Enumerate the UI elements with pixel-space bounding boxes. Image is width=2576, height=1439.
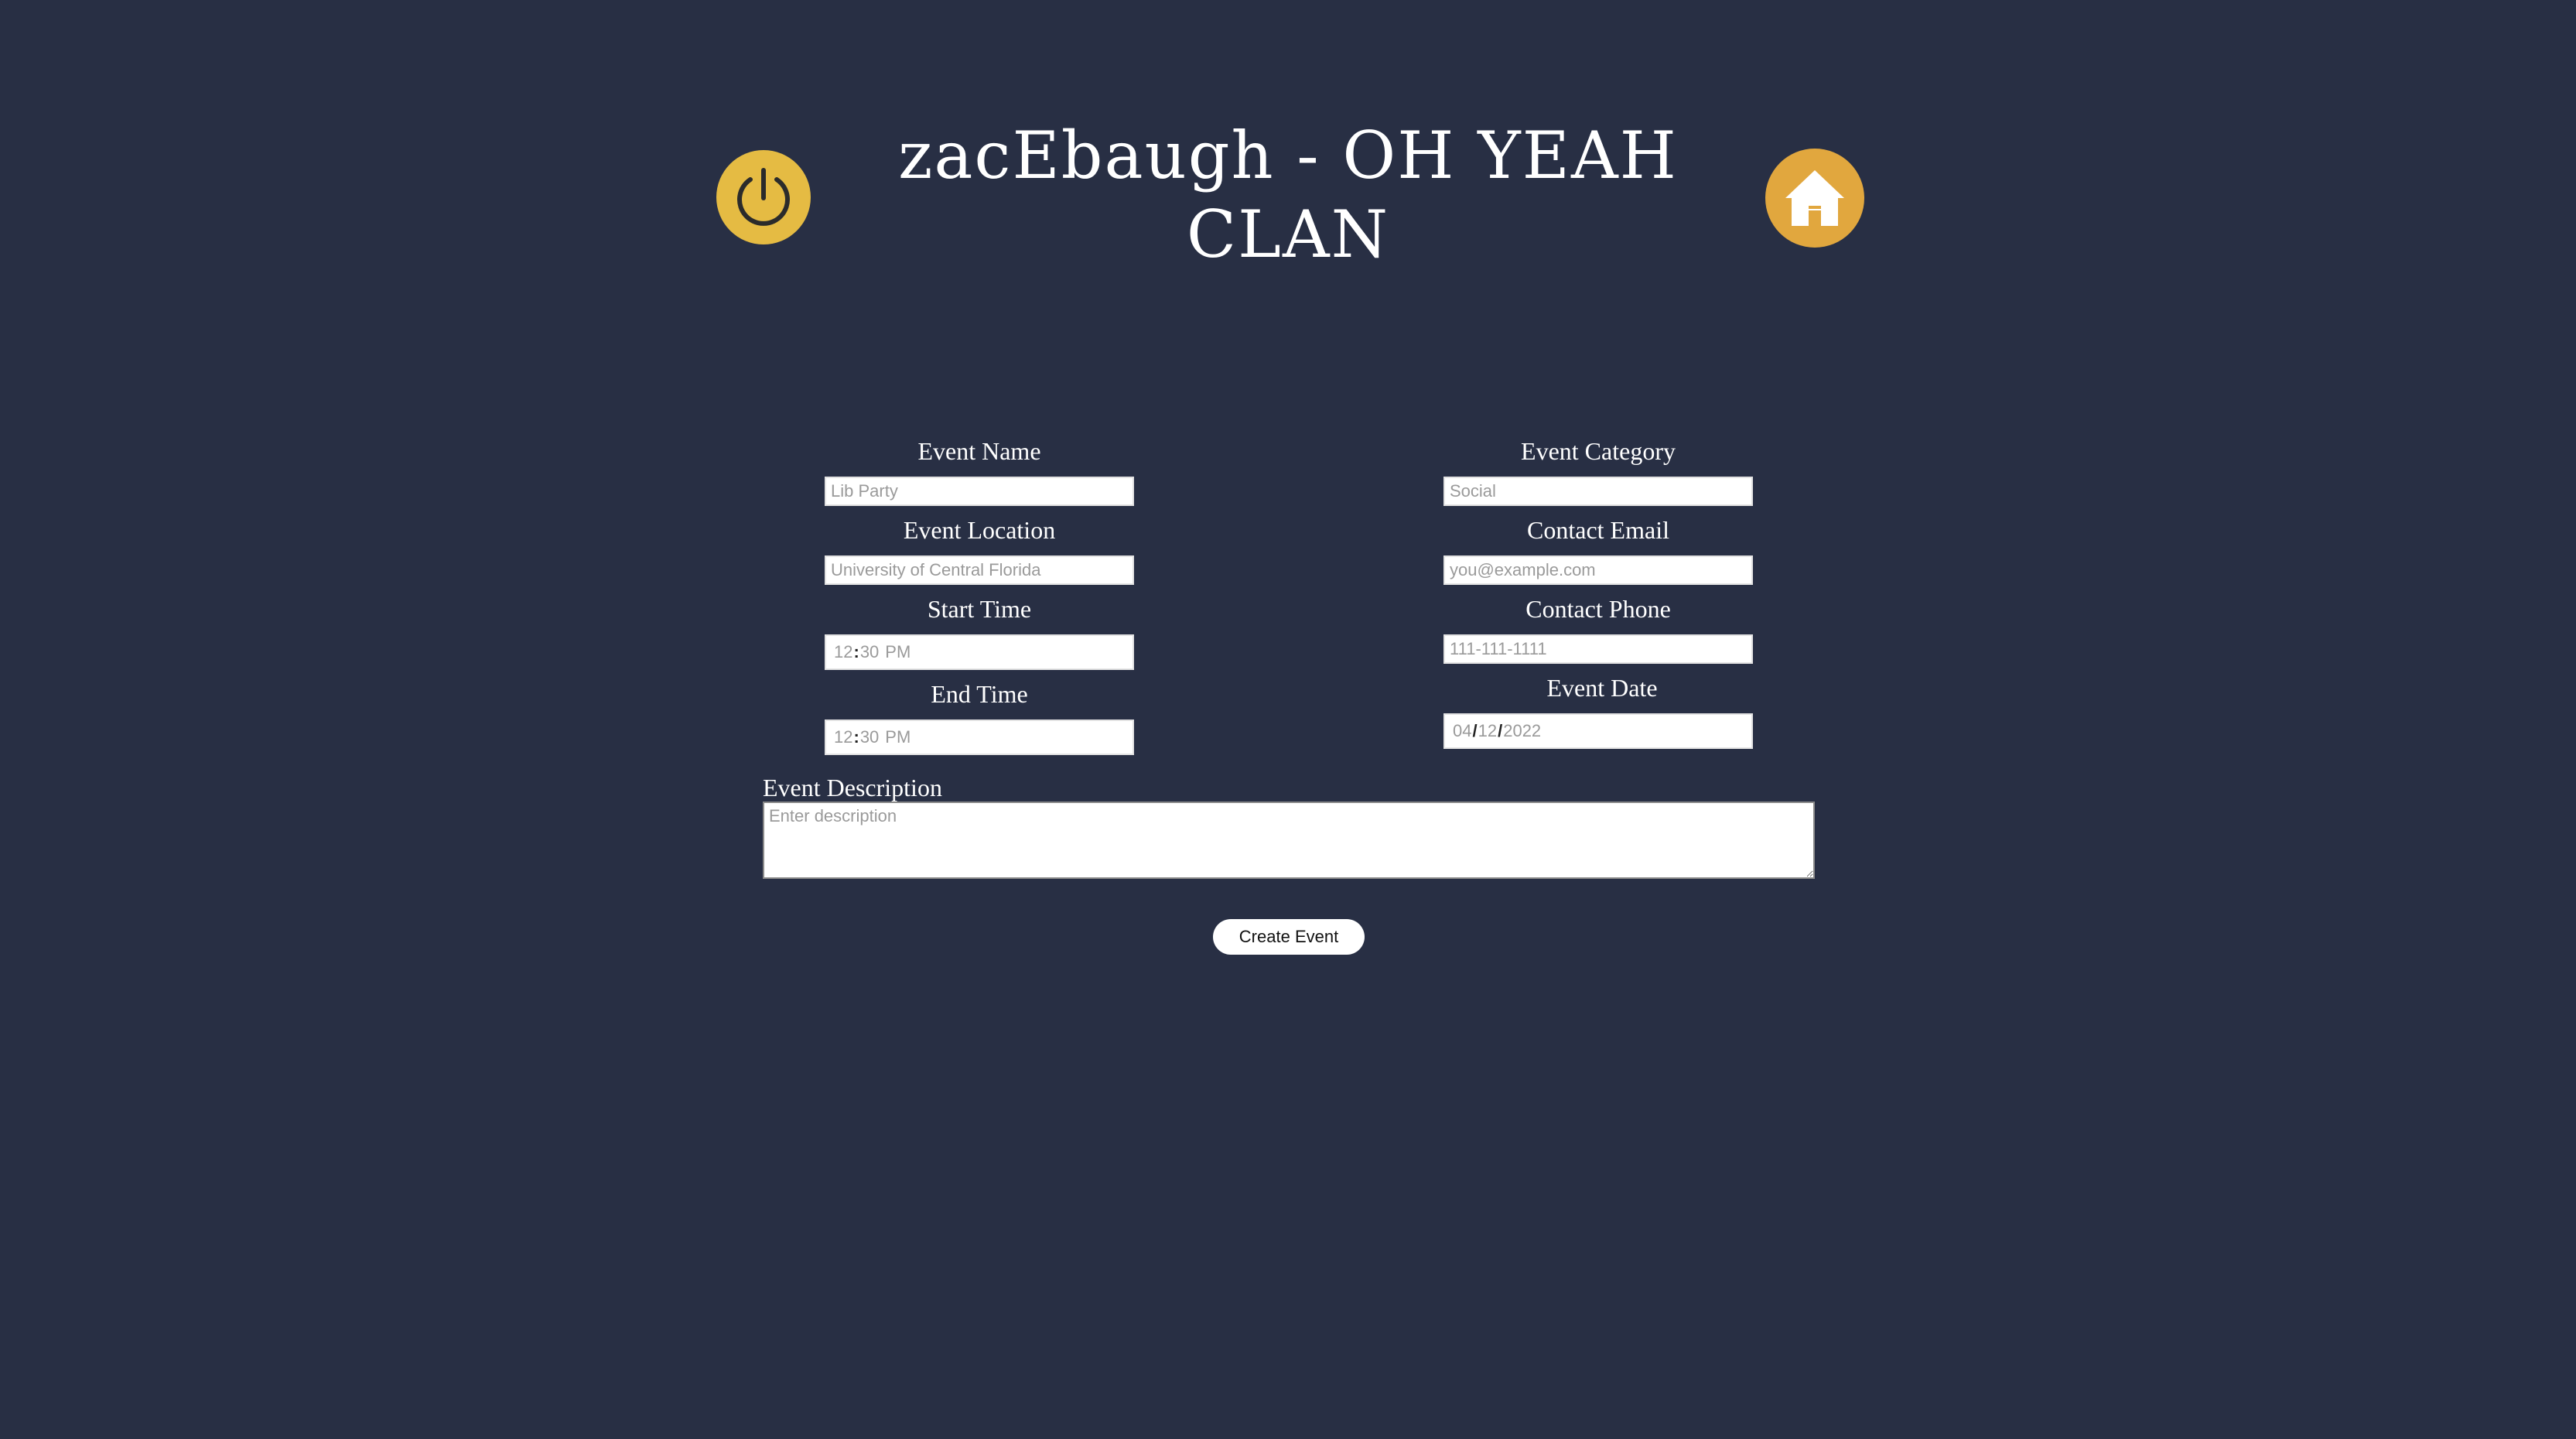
event-date-year[interactable]: 2022 [1503,721,1541,741]
event-category-input[interactable] [1443,477,1753,506]
home-button[interactable] [1765,149,1864,248]
start-time-hour[interactable]: 12 [834,642,852,662]
event-date-day[interactable]: 12 [1478,721,1497,741]
logout-button[interactable] [716,150,811,244]
start-time-period[interactable]: PM [885,642,910,662]
event-description-label: Event Description [763,774,942,802]
start-time-minute[interactable]: 30 [860,642,879,662]
contact-phone-label: Contact Phone [1525,595,1671,623]
contact-email-label: Contact Email [1527,516,1669,544]
end-time-minute[interactable]: 30 [860,727,879,747]
end-time-label: End Time [931,680,1028,708]
event-date-month[interactable]: 04 [1453,721,1471,741]
event-date-input[interactable]: 04/12/2022 [1443,713,1753,749]
contact-email-input[interactable] [1443,555,1753,585]
start-time-label: Start Time [927,595,1032,623]
event-description-textarea[interactable] [763,802,1815,879]
event-date-label: Event Date [1546,674,1658,702]
page-title: zacEbaugh - OH YEAH CLAN [898,118,1678,272]
end-time-period[interactable]: PM [885,727,910,747]
end-time-input[interactable]: 12:30 PM [825,720,1134,755]
end-time-hour[interactable]: 12 [834,727,852,747]
start-time-input[interactable]: 12:30 PM [825,634,1134,670]
event-name-label: Event Name [917,437,1041,465]
home-icon [1785,170,1844,226]
contact-phone-input[interactable] [1443,634,1753,664]
event-location-label: Event Location [903,516,1056,544]
event-category-label: Event Category [1521,437,1676,465]
event-location-input[interactable] [825,555,1134,585]
power-icon [737,168,790,226]
event-name-input[interactable] [825,477,1134,506]
create-event-button[interactable]: Create Event [1213,919,1365,955]
